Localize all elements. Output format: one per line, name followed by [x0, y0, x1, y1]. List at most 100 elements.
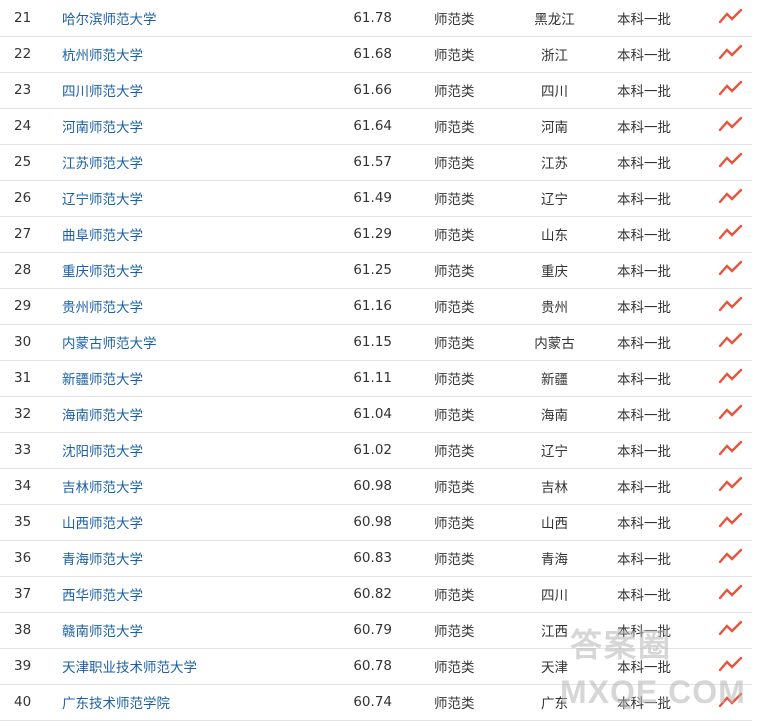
table-row: 28 重庆师范大学 61.25 师范类 重庆 本科一批	[0, 252, 752, 289]
university-name-cell: 贵州师范大学	[62, 288, 342, 325]
province-cell: 新疆	[492, 360, 617, 397]
trend-up-icon[interactable]	[718, 475, 744, 493]
university-link[interactable]: 山西师范大学	[62, 516, 143, 532]
university-link[interactable]: 辽宁师范大学	[62, 192, 143, 208]
trend-cell	[702, 180, 752, 217]
university-link[interactable]: 吉林师范大学	[62, 480, 143, 496]
trend-cell	[702, 288, 752, 325]
batch-cell: 本科一批	[617, 144, 702, 181]
trend-up-icon[interactable]	[718, 655, 744, 673]
university-name-cell: 西华师范大学	[62, 576, 342, 613]
table-row: 21 哈尔滨师范大学 61.78 师范类 黑龙江 本科一批	[0, 0, 752, 37]
trend-cell	[702, 252, 752, 289]
trend-up-icon[interactable]	[718, 331, 744, 349]
score-cell: 61.25	[342, 252, 392, 289]
province-cell: 江西	[492, 612, 617, 649]
ranking-table-body: 21 哈尔滨师范大学 61.78 师范类 黑龙江 本科一批 22 杭州师范大学 61.68 师范类…	[0, 0, 752, 721]
university-link[interactable]: 沈阳师范大学	[62, 444, 143, 460]
trend-up-icon[interactable]	[718, 511, 744, 529]
university-name-cell: 重庆师范大学	[62, 252, 342, 289]
table-row: 36 青海师范大学 60.83 师范类 青海 本科一批	[0, 540, 752, 577]
trend-cell	[702, 108, 752, 145]
trend-up-icon[interactable]	[718, 7, 744, 25]
university-link[interactable]: 青海师范大学	[62, 552, 143, 568]
trend-up-icon[interactable]	[718, 151, 744, 169]
type-cell: 师范类	[392, 0, 492, 37]
trend-cell	[702, 0, 752, 37]
rank-cell: 30	[0, 324, 62, 361]
province-cell: 重庆	[492, 252, 617, 289]
type-cell: 师范类	[392, 504, 492, 541]
trend-up-icon[interactable]	[718, 403, 744, 421]
province-cell: 山东	[492, 216, 617, 253]
trend-cell	[702, 216, 752, 253]
trend-up-icon[interactable]	[718, 115, 744, 133]
rank-cell: 29	[0, 288, 62, 325]
university-link[interactable]: 四川师范大学	[62, 84, 143, 100]
table-row: 27 曲阜师范大学 61.29 师范类 山东 本科一批	[0, 216, 752, 253]
trend-up-icon[interactable]	[718, 187, 744, 205]
trend-up-icon[interactable]	[718, 367, 744, 385]
table-row: 30 内蒙古师范大学 61.15 师范类 内蒙古 本科一批	[0, 324, 752, 361]
table-row: 33 沈阳师范大学 61.02 师范类 辽宁 本科一批	[0, 432, 752, 469]
university-link[interactable]: 赣南师范大学	[62, 624, 143, 640]
batch-cell: 本科一批	[617, 468, 702, 505]
trend-up-icon[interactable]	[718, 295, 744, 313]
province-cell: 青海	[492, 540, 617, 577]
university-link[interactable]: 天津职业技术师范大学	[62, 660, 197, 676]
trend-up-icon[interactable]	[718, 43, 744, 61]
trend-cell	[702, 144, 752, 181]
trend-cell	[702, 612, 752, 649]
province-cell: 吉林	[492, 468, 617, 505]
province-cell: 四川	[492, 72, 617, 109]
batch-cell: 本科一批	[617, 36, 702, 73]
score-cell: 60.83	[342, 540, 392, 577]
university-link[interactable]: 海南师范大学	[62, 408, 143, 424]
university-link[interactable]: 贵州师范大学	[62, 300, 143, 316]
university-link[interactable]: 曲阜师范大学	[62, 228, 143, 244]
university-link[interactable]: 广东技术师范学院	[62, 696, 170, 712]
table-row: 22 杭州师范大学 61.68 师范类 浙江 本科一批	[0, 36, 752, 73]
rank-cell: 22	[0, 36, 62, 73]
score-cell: 61.78	[342, 0, 392, 37]
score-cell: 61.16	[342, 288, 392, 325]
table-row: 34 吉林师范大学 60.98 师范类 吉林 本科一批	[0, 468, 752, 505]
university-link[interactable]: 河南师范大学	[62, 120, 143, 136]
trend-cell	[702, 36, 752, 73]
university-name-cell: 哈尔滨师范大学	[62, 0, 342, 37]
batch-cell: 本科一批	[617, 252, 702, 289]
type-cell: 师范类	[392, 72, 492, 109]
score-cell: 61.04	[342, 396, 392, 433]
batch-cell: 本科一批	[617, 288, 702, 325]
type-cell: 师范类	[392, 180, 492, 217]
type-cell: 师范类	[392, 288, 492, 325]
trend-up-icon[interactable]	[718, 691, 744, 709]
score-cell: 61.15	[342, 324, 392, 361]
university-link[interactable]: 哈尔滨师范大学	[62, 12, 157, 28]
university-link[interactable]: 重庆师范大学	[62, 264, 143, 280]
trend-up-icon[interactable]	[718, 547, 744, 565]
type-cell: 师范类	[392, 432, 492, 469]
university-link[interactable]: 杭州师范大学	[62, 48, 143, 64]
type-cell: 师范类	[392, 648, 492, 685]
rank-cell: 37	[0, 576, 62, 613]
trend-up-icon[interactable]	[718, 79, 744, 97]
trend-up-icon[interactable]	[718, 583, 744, 601]
university-link[interactable]: 内蒙古师范大学	[62, 336, 157, 352]
university-name-cell: 新疆师范大学	[62, 360, 342, 397]
trend-up-icon[interactable]	[718, 439, 744, 457]
rank-cell: 23	[0, 72, 62, 109]
table-row: 35 山西师范大学 60.98 师范类 山西 本科一批	[0, 504, 752, 541]
trend-up-icon[interactable]	[718, 259, 744, 277]
university-link[interactable]: 新疆师范大学	[62, 372, 143, 388]
trend-up-icon[interactable]	[718, 619, 744, 637]
type-cell: 师范类	[392, 324, 492, 361]
score-cell: 60.78	[342, 648, 392, 685]
type-cell: 师范类	[392, 396, 492, 433]
score-cell: 61.66	[342, 72, 392, 109]
university-link[interactable]: 江苏师范大学	[62, 156, 143, 172]
trend-up-icon[interactable]	[718, 223, 744, 241]
province-cell: 辽宁	[492, 180, 617, 217]
province-cell: 河南	[492, 108, 617, 145]
university-link[interactable]: 西华师范大学	[62, 588, 143, 604]
